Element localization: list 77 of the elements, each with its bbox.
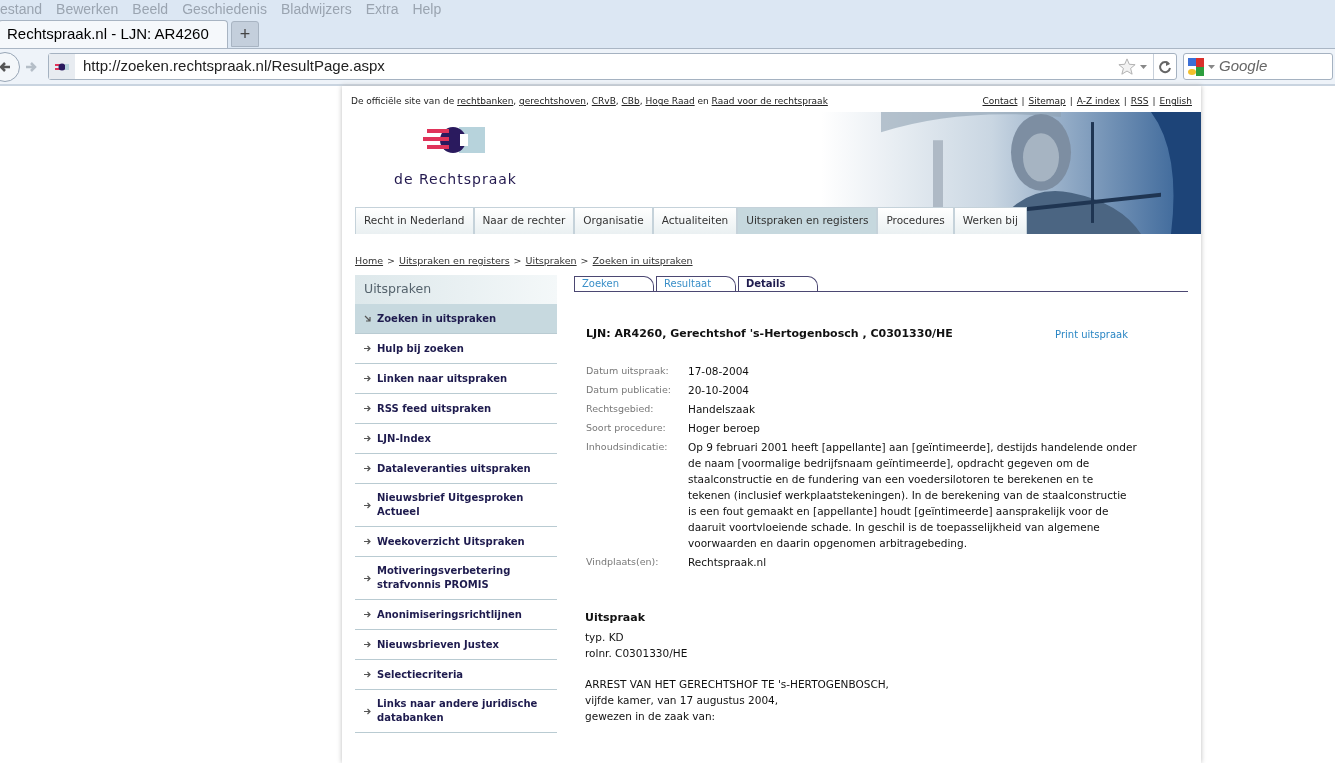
- field-label: Datum uitspraak:: [586, 363, 670, 378]
- utility-link[interactable]: Sitemap: [1028, 95, 1066, 109]
- arrow-icon: [364, 574, 371, 582]
- nav-tab[interactable]: Naar de rechter: [473, 207, 575, 234]
- content-tab[interactable]: Resultaat: [656, 276, 736, 291]
- field-label: Datum publicatie:: [586, 382, 672, 397]
- arrow-icon: [364, 611, 371, 618]
- logo-text: de Rechtspraak: [394, 170, 517, 189]
- field-value: Handelszaak: [688, 401, 756, 417]
- verdict-line: vijfde kamer, van 17 augustus 2004,: [585, 693, 780, 708]
- sidebar-item[interactable]: Zoeken in uitspraken: [355, 304, 557, 334]
- ljn-heading: LJN: AR4260, Gerechtshof 's-Hertogenbosch , C0301330/HE: [586, 326, 953, 342]
- nav-tab[interactable]: Actualiteiten: [652, 207, 738, 234]
- arrow-icon: [364, 345, 371, 352]
- nav-tab[interactable]: Organisatie: [574, 207, 653, 234]
- new-tab-button[interactable]: +: [231, 21, 259, 47]
- utility-link[interactable]: English: [1159, 95, 1192, 109]
- field-value: Op 9 februari 2001 heeft [appellante] aan [geïntimeerde], destijds handelende onder de naam [voormalige bedrijfsnaam geïntimeerde], opdracht gegeven om de staalconstructie en de fundering van een voedersilotoren te berekenen en te tekenen (inclusief werkplaatstekeningen). In de berekening van de staalconstructie is een fout gemaakt en [appellante] houdt [geïntimeerde] aansprakelijk voor de daaruit voortvloeiende schade. In geschil is de toepasselijkheid van algemene voorwaarden en daarin opgenomen arbitragebeding.: [688, 439, 1138, 551]
- arrow-icon: [364, 405, 371, 412]
- print-link[interactable]: Print uitspraak: [1055, 326, 1128, 342]
- separator-text: |: [1123, 95, 1127, 109]
- arrow-icon: [364, 465, 371, 472]
- site-icon: [55, 62, 69, 71]
- breadcrumb-link[interactable]: Uitspraken: [525, 253, 577, 269]
- sidebar-title: Uitspraken: [355, 275, 557, 304]
- breadcrumb-link[interactable]: Home: [355, 253, 384, 269]
- search-input[interactable]: Google: [1219, 55, 1319, 78]
- search-field[interactable]: Google: [1183, 53, 1333, 80]
- arrow-icon: [364, 501, 371, 509]
- field-label: Vindplaats(en):: [586, 554, 660, 569]
- breadcrumb-link[interactable]: Uitspraken en registers: [399, 253, 510, 269]
- field-value: Hoger beroep: [688, 420, 761, 436]
- field-label: Inhoudsindicatie:: [586, 439, 669, 454]
- back-arrow-icon: [0, 60, 11, 73]
- browser-tab[interactable]: Rechtspraak.nl - LJN: AR4260: [0, 20, 228, 48]
- breadcrumb-link[interactable]: Zoeken in uitspraken: [592, 253, 693, 269]
- content-tab[interactable]: Details: [738, 276, 818, 291]
- nav-tab[interactable]: Recht in Nederland: [355, 207, 474, 234]
- field-label: Soort procedure:: [586, 420, 667, 435]
- content-tab[interactable]: Zoeken: [574, 276, 654, 291]
- caret-icon[interactable]: [1208, 64, 1215, 69]
- nav-tab[interactable]: Uitspraken en registers: [737, 207, 878, 234]
- breadcrumb-separator: >: [513, 253, 522, 268]
- utility-link[interactable]: RSS: [1130, 95, 1149, 109]
- section-title: Uitspraak: [585, 609, 646, 626]
- verdict-line: gewezen in de zaak van:: [585, 709, 717, 724]
- field-label: Rechtsgebied:: [586, 401, 655, 416]
- field-value: 20-10-2004: [688, 382, 751, 398]
- breadcrumb-separator: >: [580, 253, 589, 268]
- arrow-icon: [364, 375, 371, 382]
- address-text: http://zoeken.rechtspraak.nl/ResultPage.aspx: [83, 56, 386, 77]
- utility-link[interactable]: Contact: [982, 95, 1018, 109]
- separator-text: |: [1021, 95, 1025, 109]
- arrow-icon: [364, 538, 371, 545]
- nav-tab[interactable]: Procedures: [877, 207, 954, 234]
- address-bar[interactable]: http://zoeken.rechtspraak.nl/ResultPage.aspx: [48, 53, 1177, 80]
- verdict-line: ARREST VAN HET GERECHTSHOF TE 's-HERTOGENBOSCH,: [585, 677, 890, 692]
- verdict-line: typ. KD: [585, 630, 625, 645]
- separator-text: |: [1069, 95, 1073, 109]
- reload-icon[interactable]: [1158, 59, 1172, 74]
- breadcrumb-separator: >: [387, 253, 396, 268]
- star-icon[interactable]: [1118, 57, 1136, 76]
- search-engine-icon: [1188, 57, 1204, 76]
- field-value: 17-08-2004: [688, 363, 751, 379]
- arrow-icon: [364, 641, 371, 648]
- nav-tab[interactable]: Werken bij: [953, 207, 1027, 234]
- utility-link[interactable]: A-Z index: [1076, 95, 1120, 109]
- caret-icon[interactable]: [1140, 64, 1147, 69]
- intro-text: De officiële site van de rechtbanken, gerechtshoven, CRvB, CBb, Hoge Raad en Raad voor de rechtspraak: [351, 95, 828, 109]
- arrow-icon: [364, 671, 371, 678]
- arrow-icon: [364, 315, 371, 322]
- forward-arrow-icon: [25, 60, 37, 73]
- field-value: Rechtspraak.nl: [688, 554, 768, 570]
- verdict-line: rolnr. C0301330/HE: [585, 646, 689, 661]
- arrow-icon: [364, 707, 371, 715]
- arrow-icon: [364, 435, 371, 442]
- separator-text: |: [1152, 95, 1156, 109]
